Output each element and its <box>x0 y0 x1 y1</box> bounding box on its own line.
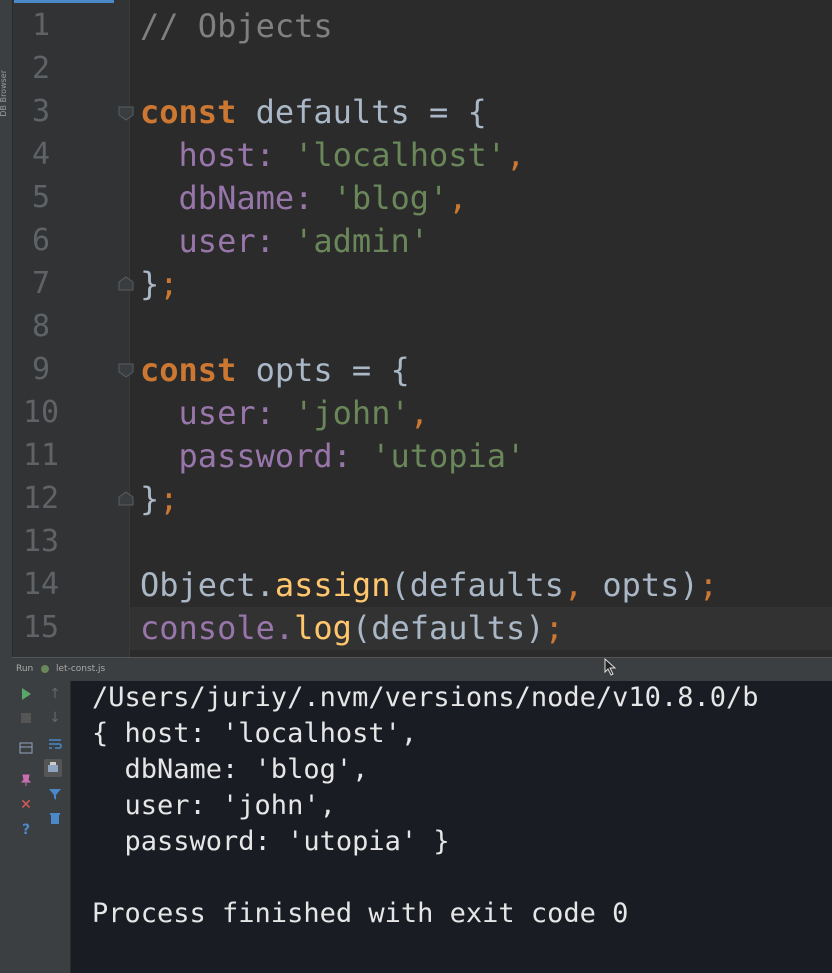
line-number: 1 <box>31 8 51 43</box>
active-tab-indicator <box>14 0 114 3</box>
code-line-11[interactable]: password: 'utopia' <box>140 435 526 478</box>
print-icon[interactable] <box>44 759 62 777</box>
line-number: 10 <box>22 395 60 430</box>
mouse-cursor-icon <box>604 658 617 676</box>
console-line: Process finished with exit code 0 <box>92 898 629 929</box>
console-line: { host: 'localhost', <box>92 718 418 749</box>
console-line: password: 'utopia' } <box>92 826 450 857</box>
line-number: 13 <box>22 524 60 559</box>
line-number: 11 <box>22 438 60 473</box>
code-line-5[interactable]: dbName: 'blog', <box>140 177 468 220</box>
line-number: 7 <box>31 266 51 301</box>
line-number: 8 <box>31 309 51 344</box>
line-number: 12 <box>22 481 60 516</box>
code-line-9[interactable]: const opts = { <box>140 349 410 392</box>
line-number: 15 <box>22 610 60 645</box>
db-browser-tab[interactable]: DB Browser <box>0 70 8 117</box>
line-number: 5 <box>31 180 51 215</box>
run-toolbar-primary: ✕ ? <box>12 681 40 973</box>
fold-marker-icon[interactable] <box>117 361 135 379</box>
run-config-name[interactable]: let-const.js <box>56 664 105 674</box>
pin-icon[interactable] <box>17 771 35 789</box>
code-line-14[interactable]: Object.assign(defaults, opts); <box>140 564 718 607</box>
trash-icon[interactable] <box>46 809 64 827</box>
line-number: 9 <box>31 352 51 387</box>
scroll-up-icon[interactable]: ↑ <box>46 685 64 703</box>
fold-marker-icon[interactable] <box>117 104 135 122</box>
run-toolbar-secondary: ↑ ↓ <box>40 681 71 973</box>
code-line-12[interactable]: }; <box>140 478 179 521</box>
line-number: 3 <box>31 94 51 129</box>
code-line-7[interactable]: }; <box>140 263 179 306</box>
line-number: 4 <box>31 137 51 172</box>
console-line: /Users/juriy/.nvm/versions/node/v10.8.0/… <box>92 682 759 713</box>
code-line-3[interactable]: const defaults = { <box>140 91 487 134</box>
run-panel-header: Run let-const.js <box>12 657 832 682</box>
code-line-1[interactable]: // Objects <box>140 5 333 48</box>
rerun-icon[interactable] <box>17 739 35 757</box>
fold-marker-icon[interactable] <box>117 490 135 508</box>
code-line-4[interactable]: host: 'localhost', <box>140 134 526 177</box>
run-tab-label[interactable]: Run <box>16 664 33 674</box>
code-line-6[interactable]: user: 'admin' <box>140 220 429 263</box>
code-line-10[interactable]: user: 'john', <box>140 392 429 435</box>
close-icon[interactable]: ✕ <box>17 796 35 814</box>
help-icon[interactable]: ? <box>17 821 35 839</box>
code-line-15[interactable]: console.log(defaults); <box>140 607 564 650</box>
soft-wrap-icon[interactable] <box>46 735 64 753</box>
filter-icon[interactable] <box>46 785 64 803</box>
node-config-icon <box>41 665 49 673</box>
console-line: user: 'john', <box>92 790 336 821</box>
run-icon[interactable] <box>17 685 35 703</box>
scroll-down-icon[interactable]: ↓ <box>46 709 64 727</box>
line-number: 6 <box>31 223 51 258</box>
stop-icon[interactable] <box>17 709 35 727</box>
console-line: dbName: 'blog', <box>92 754 369 785</box>
line-number: 14 <box>22 567 60 602</box>
line-number: 2 <box>31 51 51 86</box>
fold-marker-icon[interactable] <box>117 275 135 293</box>
